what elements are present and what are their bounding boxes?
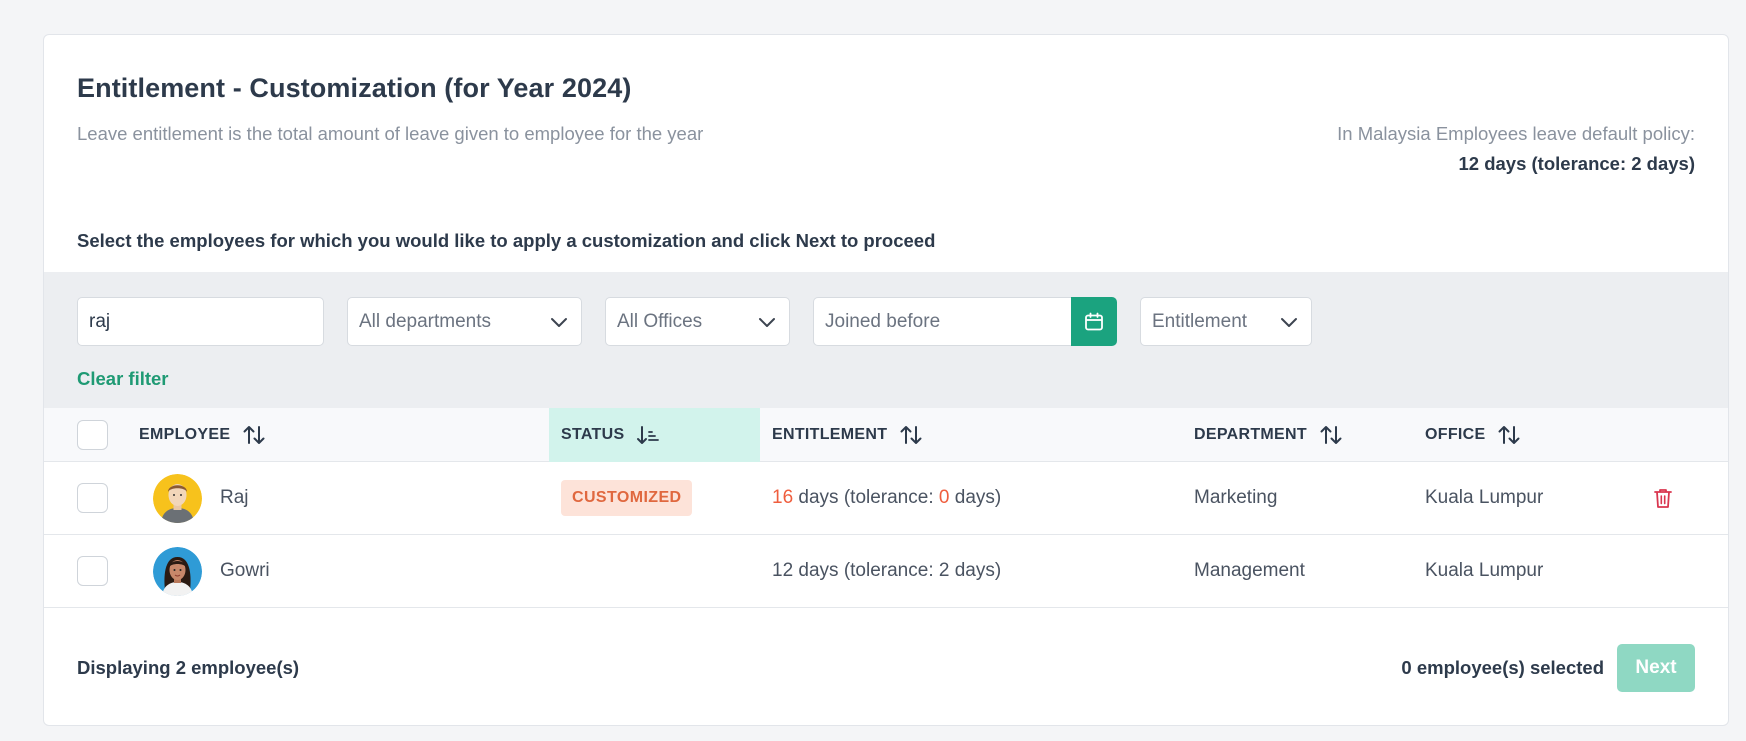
office-cell: Kuala Lumpur — [1425, 487, 1544, 508]
column-status-label: STATUS — [561, 426, 625, 443]
selected-count: 0 employee(s) selected — [1401, 657, 1604, 678]
next-button[interactable]: Next — [1617, 644, 1695, 692]
column-office[interactable]: OFFICE — [1425, 408, 1521, 462]
sort-icon — [1498, 426, 1520, 444]
filter-bar: raj All departments All Offices Joined b… — [44, 272, 1728, 408]
calendar-icon — [1085, 312, 1103, 330]
displaying-count: Displaying 2 employee(s) — [77, 657, 300, 678]
status-badge: CUSTOMIZED — [561, 480, 693, 516]
row-checkbox[interactable] — [77, 556, 108, 586]
page-subtitle: Leave entitlement is the total amount of… — [77, 123, 704, 144]
entitlement-cell: 12 days (tolerance: 2 days) — [772, 560, 1002, 581]
entitlement-days: 16 — [772, 487, 794, 508]
column-entitlement[interactable]: ENTITLEMENT — [772, 408, 923, 462]
clear-filter-link[interactable]: Clear filter — [77, 368, 169, 390]
office-cell: Kuala Lumpur — [1425, 560, 1544, 581]
calendar-button[interactable] — [1071, 297, 1117, 346]
entitlement-select[interactable]: Entitlement — [1140, 297, 1312, 346]
entitlement-tolerance: 0 — [938, 487, 950, 508]
column-employee-label: EMPLOYEE — [139, 426, 231, 443]
employee-name: Raj — [220, 487, 249, 508]
trash-icon — [1654, 489, 1672, 508]
instruction-text: Select the employees for which you would… — [77, 230, 936, 251]
sort-icon — [900, 426, 922, 444]
employee-name: Gowri — [220, 560, 270, 581]
department-select-value: All departments — [359, 310, 492, 332]
entitlement-suffix: days) — [949, 487, 1002, 508]
entitlement-select-value: Entitlement — [1152, 310, 1248, 332]
status-cell: CUSTOMIZED — [561, 462, 693, 534]
chevron-down-icon — [1281, 318, 1297, 327]
joined-before-placeholder: Joined before — [825, 310, 941, 332]
default-policy: In Malaysia Employees leave default poli… — [1337, 123, 1695, 175]
column-department[interactable]: DEPARTMENT — [1194, 408, 1343, 462]
search-input-value: raj — [89, 310, 111, 332]
policy-value: 12 days (tolerance: 2 days) — [1458, 153, 1696, 174]
column-status[interactable]: STATUS — [549, 408, 760, 462]
joined-before-input[interactable]: Joined before — [813, 297, 1071, 346]
column-department-label: DEPARTMENT — [1194, 426, 1307, 443]
sort-icon — [1320, 426, 1342, 444]
row-checkbox[interactable] — [77, 483, 108, 513]
column-employee[interactable]: EMPLOYEE — [139, 408, 266, 462]
entitlement-prefix: days (tolerance: — [793, 487, 939, 508]
search-input[interactable]: raj — [77, 297, 324, 346]
avatar — [153, 474, 202, 523]
avatar — [153, 547, 202, 596]
entitlement-card: Entitlement - Customization (for Year 20… — [43, 34, 1729, 726]
department-cell: Management — [1194, 560, 1305, 581]
chevron-down-icon — [759, 318, 775, 327]
entitlement-cell: 16 days (tolerance: 0 days) — [772, 462, 1001, 534]
page-title: Entitlement - Customization (for Year 20… — [77, 73, 632, 103]
sort-descending-icon — [637, 426, 660, 444]
office-select[interactable]: All Offices — [605, 297, 790, 346]
department-select[interactable]: All departments — [347, 297, 582, 346]
chevron-down-icon — [551, 318, 567, 327]
sort-icon — [243, 426, 265, 444]
department-cell: Marketing — [1194, 487, 1278, 508]
column-office-label: OFFICE — [1425, 426, 1486, 443]
table-header: EMPLOYEE STATUS ENTITLEMENT DEPARTMENT O… — [44, 408, 1728, 462]
column-entitlement-label: ENTITLEMENT — [772, 426, 888, 443]
delete-button[interactable] — [1653, 462, 1673, 534]
table-row[interactable]: Gowri 12 days (tolerance: 2 days) Manage… — [44, 535, 1728, 608]
select-all-checkbox[interactable] — [77, 420, 108, 450]
policy-label: In Malaysia Employees leave default poli… — [1337, 123, 1695, 144]
office-select-value: All Offices — [617, 310, 703, 332]
table-row[interactable]: Raj CUSTOMIZED 16 days (tolerance: 0 day… — [44, 462, 1728, 535]
